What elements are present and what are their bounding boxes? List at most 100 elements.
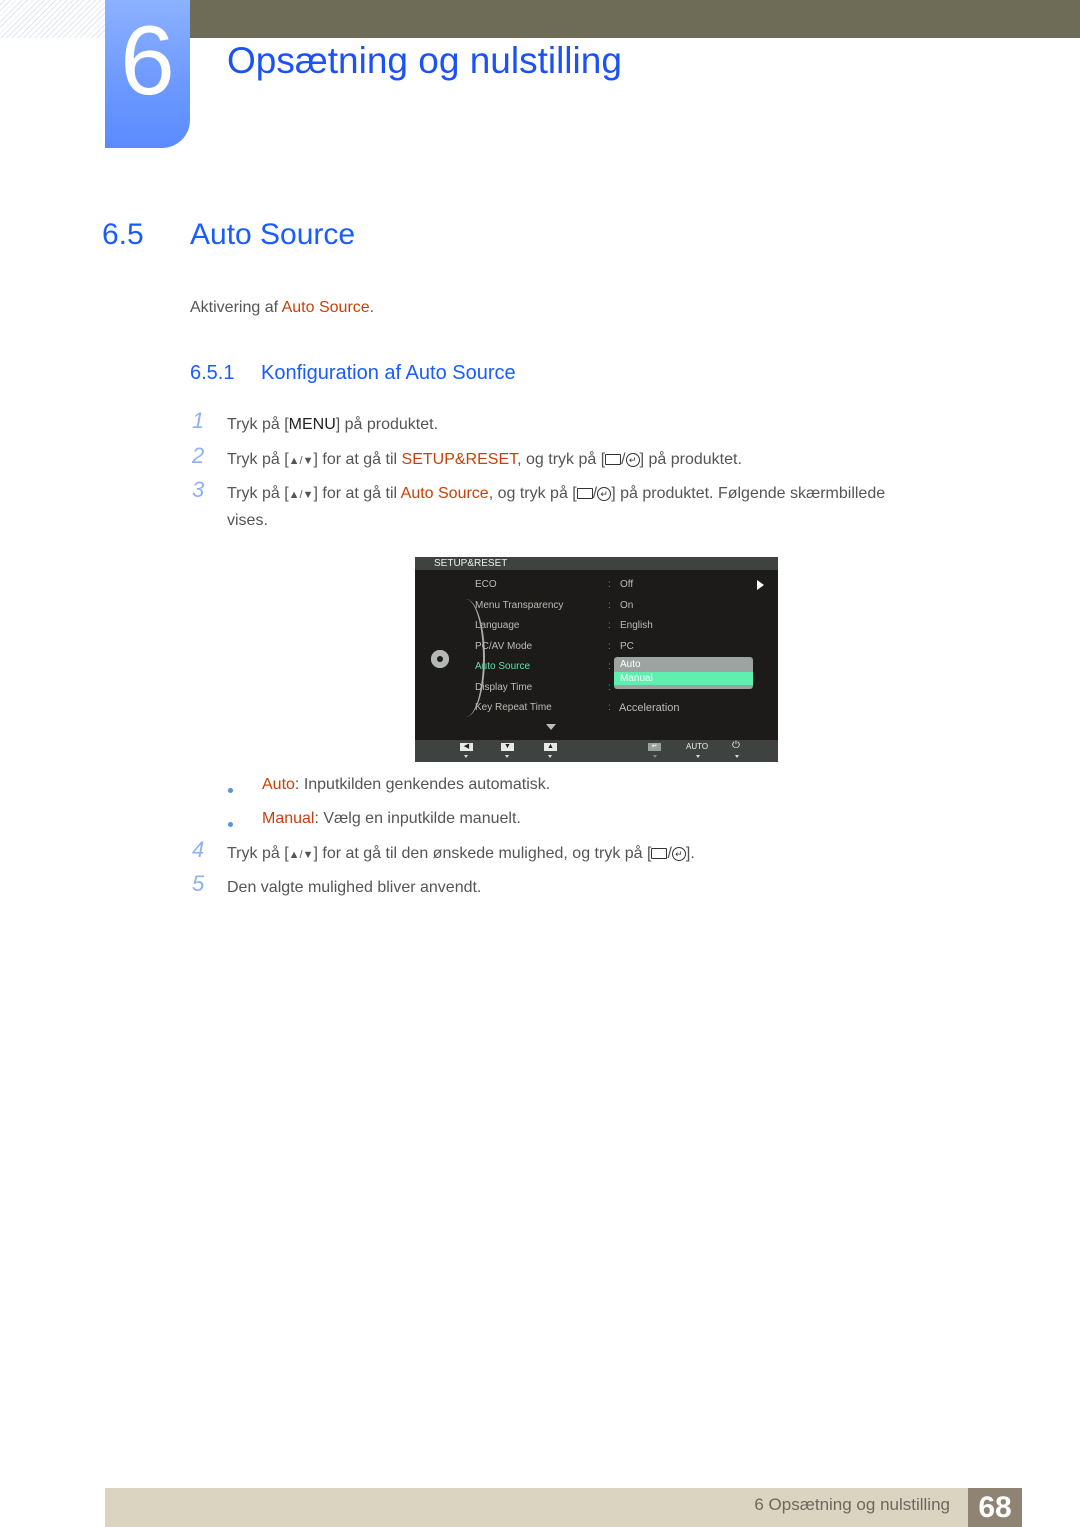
step-text: ] på produktet. Følgende skærmbillede [611,485,886,502]
enter-icon: ↵ [597,486,612,501]
osd-colon: : [608,620,611,631]
bullet-manual: Manual: Vælg en inputkilde manuelt. [262,805,521,832]
intro-text: Aktivering af [190,299,282,316]
enter-icon: ↵ [625,452,640,467]
step-text: ] på produktet. [335,416,439,433]
page-number: 68 [968,1488,1022,1527]
power-icon: ⏻ [732,740,740,751]
bullet-desc: : Vælg en inputkilde manuelt. [314,810,521,827]
button-marker [653,755,657,758]
enter-icon: ↵ [671,846,686,861]
step-text: , og tryk på [ [517,451,606,468]
osd-item-key-repeat-time: Key Repeat Time [475,702,552,713]
step-2: Tryk på [▲/▼] for at gå til SETUP&RESET,… [227,446,742,475]
intro-suffix: . [369,299,375,316]
step-number: 3 [192,477,205,502]
osd-menu-screenshot: SETUP&RESET ECO : Off Menu Transparency … [415,557,778,762]
step-number: 2 [192,443,205,468]
osd-colon: : [608,641,611,652]
up-down-arrows-icon: ▲/▼ [288,455,314,467]
step-number: 5 [192,871,205,896]
scroll-down-arrow-icon [546,724,556,730]
button-marker [464,755,468,758]
header-bar [190,0,1080,38]
source-button-icon [576,488,593,500]
bullet-icon [228,788,233,793]
bullet-term: Auto [262,776,295,793]
step-1: Tryk på [MENU] på produktet. [227,411,438,438]
osd-item-auto-source: Auto Source [475,661,531,672]
osd-item-menu-transparency: Menu Transparency [475,600,564,611]
dropdown-option-auto: Auto [620,659,641,670]
footer-chapter-title: 6 Opsætning og nulstilling [754,1495,950,1514]
step-text: ] for at gå til [313,451,402,468]
osd-value-pc-av-mode: PC [620,641,634,652]
step-3-continued: vises. [227,512,268,529]
osd-header: SETUP&RESET [415,557,778,570]
osd-colon: : [608,661,611,672]
step-text: ]. [685,845,695,862]
section-title: Auto Source [190,218,356,251]
step-text: Tryk på [ [227,845,289,862]
osd-item-pc-av-mode: PC/AV Mode [475,641,533,652]
menu-key: MENU [288,416,336,433]
step-text: Tryk på [ [227,451,289,468]
page-footer: 6 Opsætning og nulstilling [105,1488,1022,1527]
button-marker [735,755,739,758]
step-text: ] for at gå til [313,485,401,502]
chapter-number: 6 [120,5,175,115]
button-marker [548,755,552,758]
step-4: Tryk på [▲/▼] for at gå til den ønskede … [227,840,695,869]
auto-button-label: AUTO [686,742,709,751]
osd-colon: : [608,600,611,611]
bullet-auto: Auto: Inputkilden genkendes automatisk. [262,771,550,798]
section-number: 6.5 [102,218,144,251]
osd-value-key-repeat-time: Acceleration [619,702,680,714]
osd-colon: : [608,702,611,713]
step-3: Tryk på [▲/▼] for at gå til Auto Source,… [227,480,885,509]
up-down-arrows-icon: ▲/▼ [288,849,314,861]
button-marker [696,755,700,758]
step-5: Den valgte mulighed bliver anvendt. [227,879,482,896]
step-number: 4 [192,837,205,862]
step-text: , og tryk på [ [488,485,577,502]
button-marker [505,755,509,758]
osd-auto-source-dropdown: Auto Manual [614,657,753,689]
gear-icon [431,650,449,668]
bullet-term: Manual [262,810,315,827]
osd-value-eco: Off [620,579,634,590]
up-button-icon: ▲ [544,743,557,751]
subsection-title: Konfiguration af Auto Source [261,362,516,384]
source-button-icon [605,454,622,466]
right-arrow-icon [757,580,764,590]
section-intro: Aktivering af Auto Source. [190,299,374,317]
step-text: ] for at gå til den ønskede mulighed, og… [313,845,652,862]
step-highlight: SETUP&RESET [401,451,518,468]
header-hatch-decoration [0,0,105,38]
step-text: Tryk på [ [227,416,289,433]
osd-colon: : [608,579,611,590]
osd-item-display-time: Display Time [475,682,533,693]
source-button-icon [651,848,668,860]
subsection-number: 6.5.1 [190,362,235,384]
enter-button-icon: ↵ [648,743,661,751]
left-button-icon: ◀ [460,743,473,751]
osd-arc-decoration [453,599,485,717]
step-text: Tryk på [ [227,485,289,502]
step-highlight: Auto Source [400,485,489,502]
chapter-title: Opsætning og nulstilling [227,40,622,81]
step-text: ] på produktet. [639,451,742,468]
osd-item-language: Language [475,620,520,631]
osd-value-language: English [620,620,653,631]
bullet-icon [228,822,233,827]
step-number: 1 [192,408,205,433]
intro-highlight: Auto Source [281,299,370,316]
osd-footer-bar: ◀ ▼ ▲ ↵ AUTO ⏻ [415,740,778,762]
osd-item-eco: ECO [475,579,497,590]
up-down-arrows-icon: ▲/▼ [288,489,314,501]
bullet-desc: : Inputkilden genkendes automatisk. [294,776,551,793]
down-button-icon: ▼ [501,743,514,751]
osd-value-menu-transparency: On [620,600,634,611]
osd-colon: : [608,682,611,693]
dropdown-option-manual: Manual [614,672,753,685]
